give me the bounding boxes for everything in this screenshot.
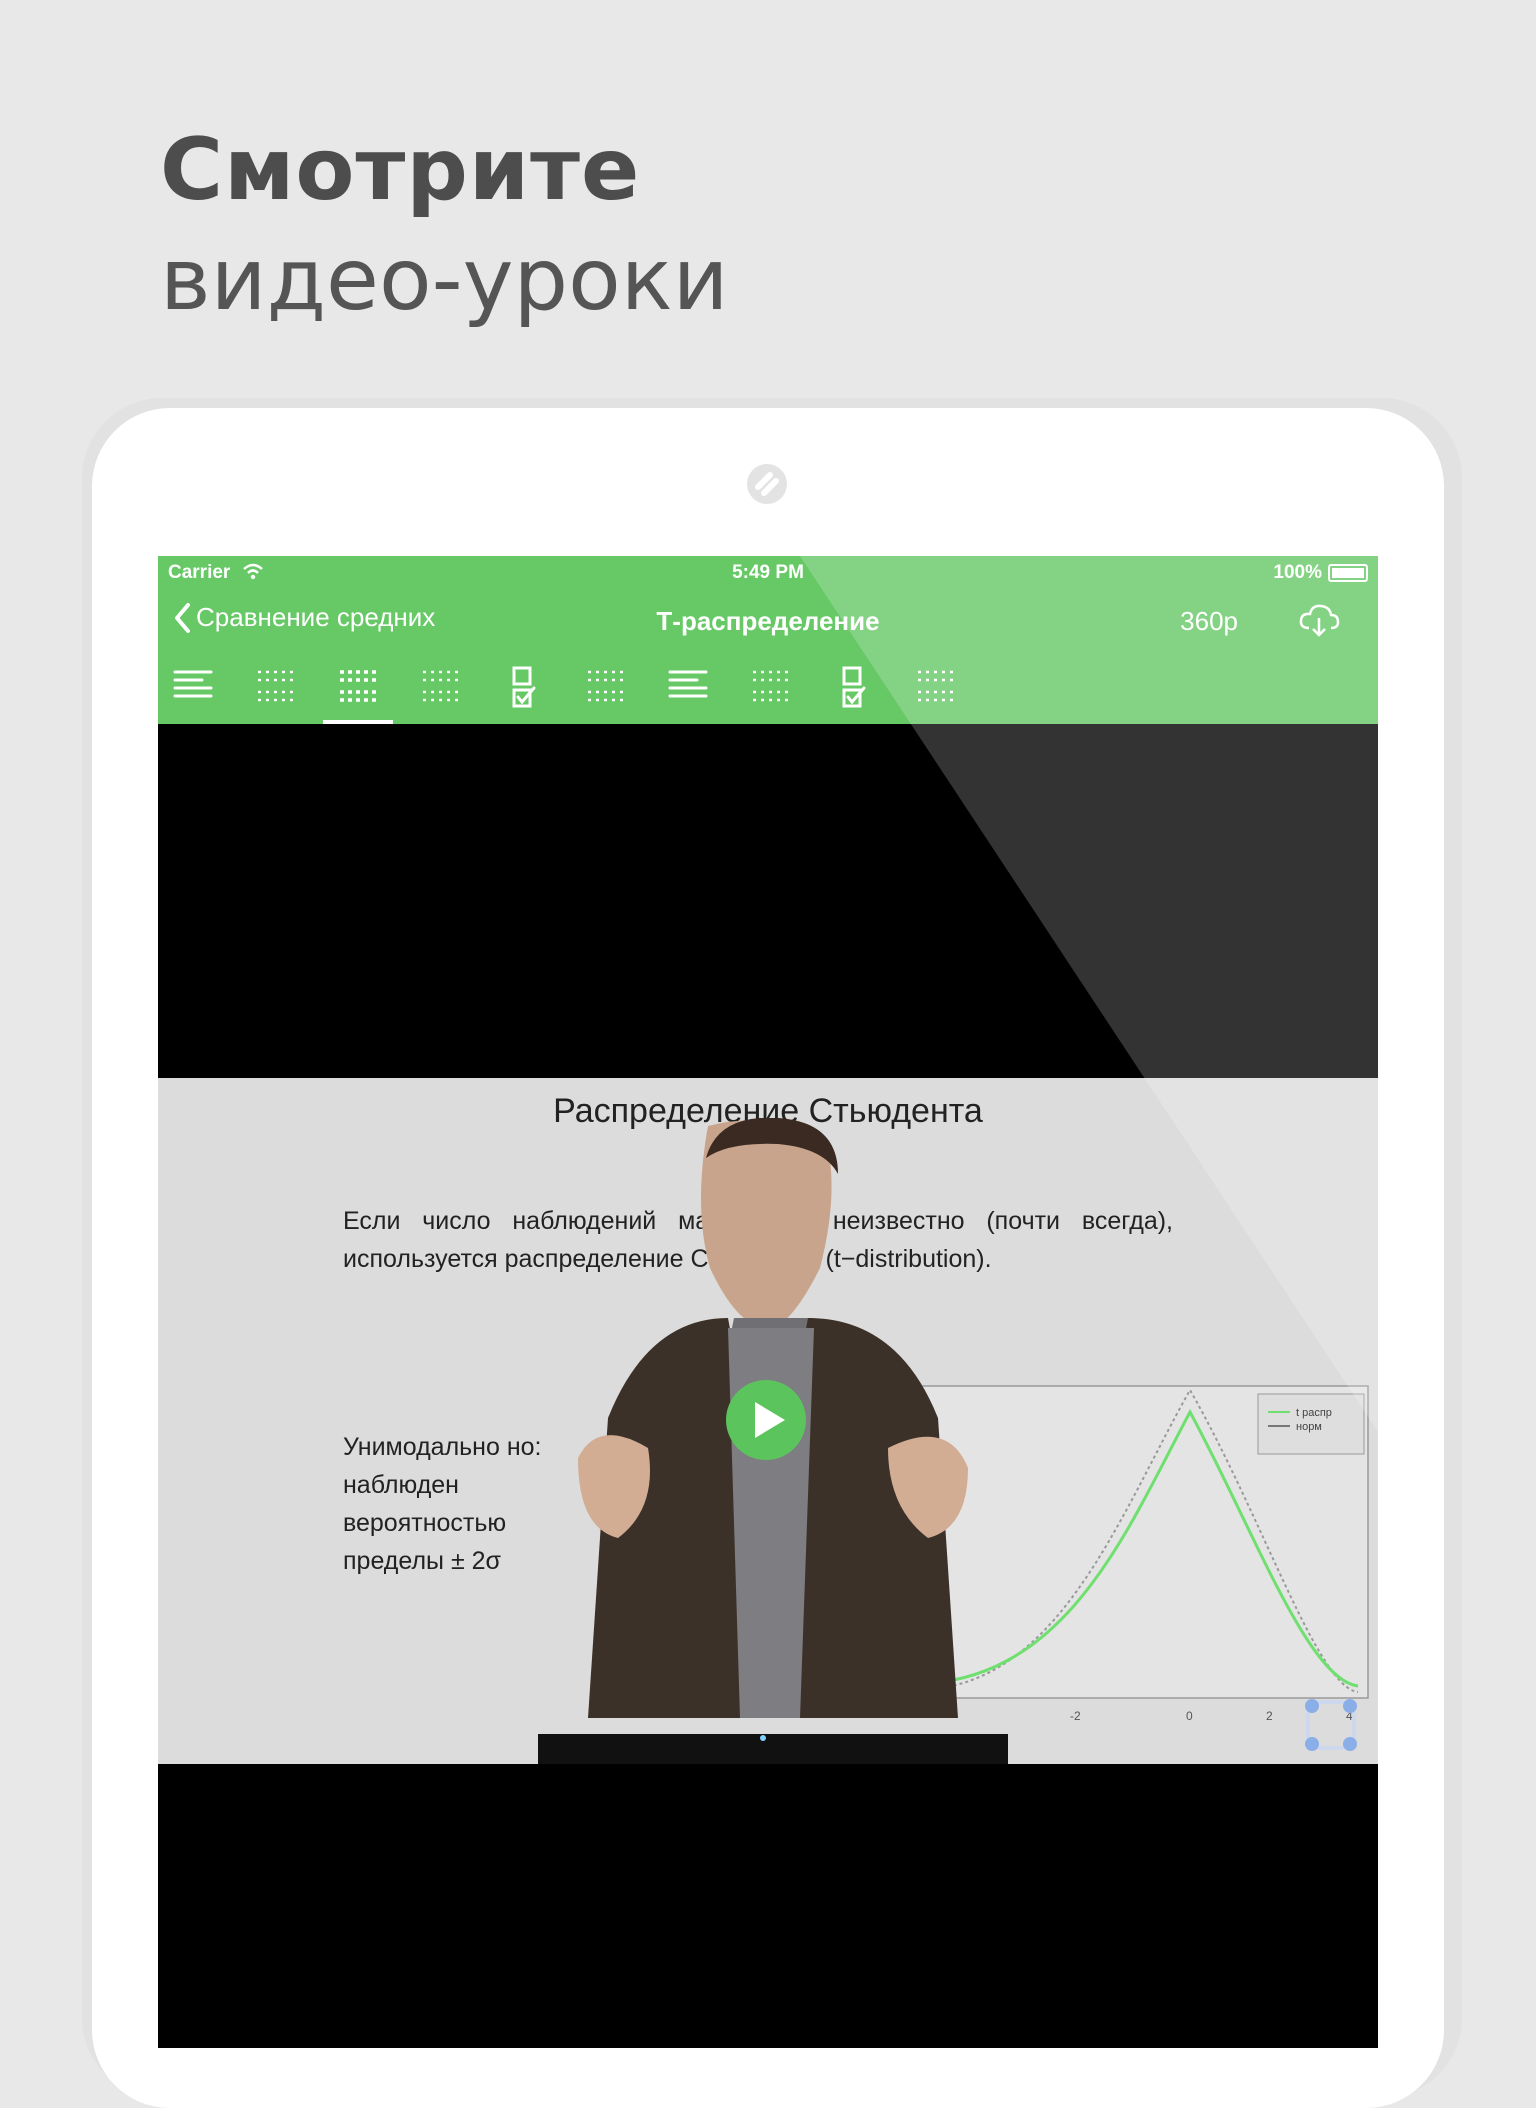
quiz-checkbox-icon <box>512 666 536 708</box>
tick-label: 2 <box>1266 1709 1273 1723</box>
step-tab[interactable] <box>736 650 806 724</box>
app-screen: Carrier 5:49 PM 100% Сравнение средних Т… <box>158 556 1378 2048</box>
tick-label: -2 <box>1070 1709 1081 1723</box>
dotted-lines-icon <box>917 670 954 702</box>
video-quality-button[interactable]: 360p <box>1180 606 1238 637</box>
promo-headline: Смотрите видео-уроки <box>160 115 729 335</box>
dotted-lines-icon <box>587 670 624 702</box>
clock: 5:49 PM <box>732 562 804 583</box>
battery-status: 100% <box>1273 562 1368 584</box>
play-button[interactable] <box>726 1380 806 1460</box>
video-player[interactable]: Распределение Стьюдента Если число наблю… <box>158 1078 1378 1764</box>
headline-line-2: видео-уроки <box>160 230 729 330</box>
step-tab[interactable] <box>158 650 228 724</box>
step-tab[interactable] <box>406 650 476 724</box>
step-tab[interactable] <box>901 650 971 724</box>
dotted-lines-icon <box>422 670 459 702</box>
step-tab[interactable] <box>241 650 311 724</box>
step-tab[interactable] <box>323 650 393 724</box>
battery-icon <box>1328 564 1368 582</box>
step-tab[interactable] <box>818 650 888 724</box>
text-lines-icon <box>668 670 708 698</box>
navigation-bar: Сравнение средних Т-распределение 360p <box>158 592 1378 650</box>
step-tabs <box>158 650 1378 724</box>
status-bar: Carrier 5:49 PM 100% <box>158 556 1378 592</box>
step-tab[interactable] <box>653 650 723 724</box>
play-icon <box>755 1402 785 1438</box>
dotted-lines-icon <box>752 670 789 702</box>
stepik-logo-icon <box>747 464 787 504</box>
battery-percent: 100% <box>1273 562 1322 583</box>
step-tab[interactable] <box>488 650 558 724</box>
fullscreen-icon[interactable] <box>1302 1696 1360 1754</box>
headline-line-1: Смотрите <box>160 120 641 220</box>
dotted-lines-icon <box>257 670 294 702</box>
tick-label: 0 <box>1186 1709 1193 1723</box>
cloud-download-icon[interactable] <box>1298 602 1340 638</box>
dotted-lines-icon <box>340 670 376 702</box>
text-lines-icon <box>173 670 213 698</box>
quiz-checkbox-icon <box>842 666 866 708</box>
legend-norm: норм <box>1296 1421 1322 1433</box>
step-tab[interactable] <box>571 650 641 724</box>
legend-t: t распр <box>1296 1407 1332 1419</box>
